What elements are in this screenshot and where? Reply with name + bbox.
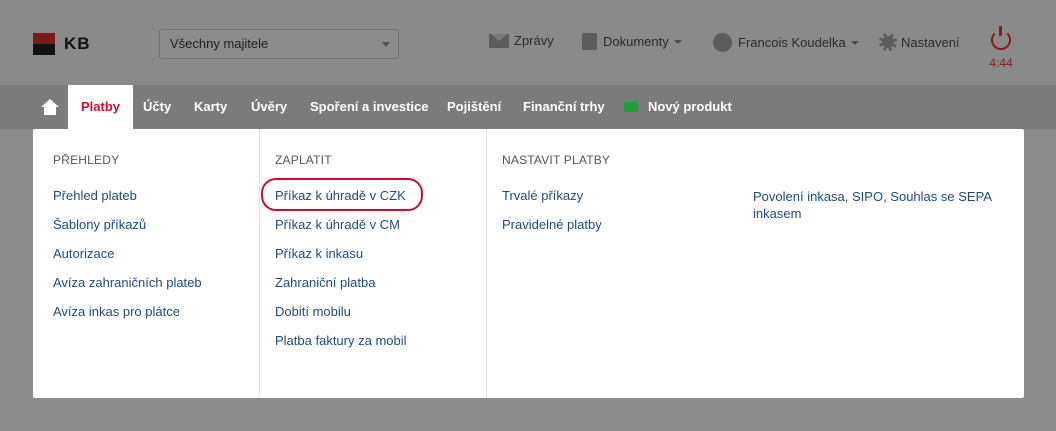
column-povoleni: Povolení inkasa, SIPO, Souhlas se SEPA i… bbox=[753, 129, 1003, 398]
menu-item-prikaz-cm[interactable]: Příkaz k úhradě v CM bbox=[275, 217, 407, 246]
messages-link[interactable]: Zprávy bbox=[489, 33, 554, 48]
menu-item-trvale-prikazy[interactable]: Trvalé příkazy bbox=[502, 188, 602, 217]
menu-item-aviza-inkas[interactable]: Avíza inkas pro plátce bbox=[53, 304, 202, 333]
tab-pojisteni[interactable]: Pojištění bbox=[447, 85, 501, 129]
menu-item-povoleni-inkasa[interactable]: Povolení inkasa, SIPO, Souhlas se SEPA i… bbox=[753, 188, 993, 222]
column-heading: ZAPLATIT bbox=[275, 153, 332, 167]
menu-item-platba-faktury[interactable]: Platba faktury za mobil bbox=[275, 333, 407, 362]
owner-select-value: Všechny majitele bbox=[170, 36, 269, 51]
mail-icon bbox=[489, 33, 509, 48]
platby-menu-panel: PŘEHLEDY Přehled plateb Šablony příkazů … bbox=[33, 129, 1024, 398]
column-heading: NASTAVIT PLATBY bbox=[502, 153, 611, 167]
tab-ucty[interactable]: Účty bbox=[143, 85, 171, 129]
tab-uvery[interactable]: Úvěry bbox=[251, 85, 287, 129]
tab-karty[interactable]: Karty bbox=[194, 85, 227, 129]
power-icon bbox=[991, 26, 1011, 50]
owner-select[interactable]: Všechny majitele bbox=[159, 29, 399, 59]
top-header: KB Všechny majitele Zprávy Dokumenty Fra… bbox=[0, 0, 1056, 85]
session-timer: 4:44 bbox=[989, 56, 1013, 70]
menu-item-prikaz-czk[interactable]: Příkaz k úhradě v CZK bbox=[261, 178, 423, 217]
home-icon[interactable] bbox=[41, 99, 59, 115]
menu-item-prehled-plateb[interactable]: Přehled plateb bbox=[53, 188, 202, 217]
user-name: Francois Koudelka bbox=[738, 35, 846, 50]
chevron-down-icon bbox=[850, 40, 859, 45]
user-icon bbox=[713, 33, 732, 52]
settings-label: Nastavení bbox=[901, 34, 960, 50]
menu-item-aviza-zahranicnich-plateb[interactable]: Avíza zahraničních plateb bbox=[53, 275, 202, 304]
highlighted-item: Příkaz k úhradě v CZK bbox=[261, 178, 423, 211]
document-icon bbox=[582, 33, 597, 50]
menu-item-pravidelne-platby[interactable]: Pravidelné platby bbox=[502, 217, 602, 246]
kb-logo-text: KB bbox=[64, 34, 91, 53]
tab-platby[interactable]: Platby bbox=[68, 85, 134, 130]
cart-icon bbox=[624, 102, 638, 112]
menu-item-dobiti-mobilu[interactable]: Dobití mobilu bbox=[275, 304, 407, 333]
main-nav: Platby Účty Karty Úvěry Spoření a invest… bbox=[0, 85, 1056, 130]
chevron-down-icon bbox=[673, 39, 682, 44]
menu-item-prikaz-inkasu[interactable]: Příkaz k inkasu bbox=[275, 246, 407, 275]
column-prehledy: PŘEHLEDY Přehled plateb Šablony příkazů … bbox=[53, 129, 259, 398]
kb-logo[interactable]: KB bbox=[33, 33, 91, 55]
tab-sporeni[interactable]: Spoření a investice bbox=[310, 85, 429, 129]
tab-financni-trhy[interactable]: Finanční trhy bbox=[523, 85, 605, 129]
tab-novy-produkt[interactable]: Nový produkt bbox=[624, 85, 732, 129]
documents-menu[interactable]: Dokumenty bbox=[582, 33, 682, 50]
column-heading: PŘEHLEDY bbox=[53, 153, 120, 167]
user-menu[interactable]: Francois Koudelka bbox=[713, 33, 859, 52]
menu-item-autorizace[interactable]: Autorizace bbox=[53, 246, 202, 275]
settings-link[interactable]: Nastavení bbox=[879, 33, 960, 51]
gear-icon bbox=[879, 33, 897, 51]
column-nastavit-platby: NASTAVIT PLATBY Trvalé příkazy Pravideln… bbox=[486, 129, 736, 398]
menu-item-zahranicni-platba[interactable]: Zahraniční platba bbox=[275, 275, 407, 304]
tab-novy-produkt-label: Nový produkt bbox=[648, 99, 732, 114]
messages-label: Zprávy bbox=[514, 33, 554, 48]
documents-label: Dokumenty bbox=[603, 34, 669, 49]
menu-item-sablony-prikazu[interactable]: Šablony příkazů bbox=[53, 217, 202, 246]
chevron-down-icon bbox=[382, 42, 390, 47]
kb-logo-mark bbox=[33, 33, 55, 55]
column-zaplatit: ZAPLATIT Příkaz k úhradě v CZK Příkaz k … bbox=[259, 129, 486, 398]
logout-button[interactable]: 4:44 bbox=[988, 26, 1014, 70]
